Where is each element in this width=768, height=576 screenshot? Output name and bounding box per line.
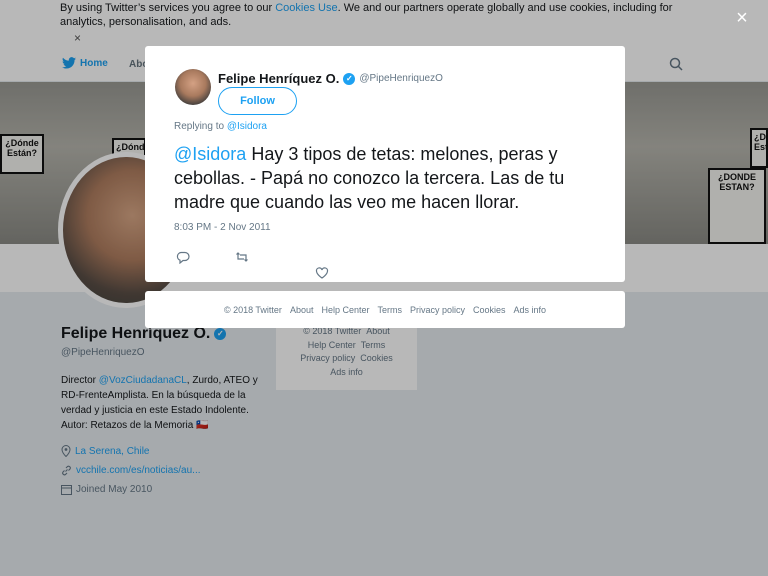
tweet-author-avatar[interactable]	[175, 69, 211, 105]
tweet-modal: Felipe Henríquez O. ✓ @PipeHenriquezO Fo…	[145, 46, 625, 282]
replying-prefix: Replying to	[174, 121, 227, 132]
tweet-author[interactable]: Felipe Henríquez O. ✓ @PipeHenriquezO	[218, 71, 443, 86]
footer-about-link[interactable]: About	[290, 305, 314, 315]
follow-button[interactable]: Follow	[218, 87, 297, 115]
tweet-author-handle: @PipeHenriquezO	[359, 73, 443, 84]
like-icon[interactable]	[315, 266, 329, 280]
modal-footer: © 2018 Twitter About Help Center Terms P…	[145, 291, 625, 328]
footer-help-link[interactable]: Help Center	[321, 305, 369, 315]
footer-terms-link[interactable]: Terms	[378, 305, 403, 315]
verified-icon: ✓	[343, 72, 356, 85]
replying-to: Replying to @Isidora	[174, 121, 267, 132]
tweet-mention-link[interactable]: @Isidora	[174, 144, 246, 164]
reply-icon[interactable]	[176, 250, 190, 264]
close-icon[interactable]: ×	[733, 8, 751, 28]
retweet-icon[interactable]	[235, 250, 249, 264]
footer-privacy-link[interactable]: Privacy policy	[410, 305, 465, 315]
footer-cookies-link[interactable]: Cookies	[473, 305, 506, 315]
tweet-author-name: Felipe Henríquez O.	[218, 71, 340, 86]
tweet-timestamp[interactable]: 8:03 PM - 2 Nov 2011	[174, 222, 271, 233]
footer-copyright: © 2018 Twitter	[223, 304, 282, 315]
replying-to-link[interactable]: @Isidora	[227, 121, 267, 132]
tweet-text: @Isidora Hay 3 tipos de tetas: melones, …	[174, 142, 604, 214]
footer-ads-link[interactable]: Ads info	[514, 305, 547, 315]
